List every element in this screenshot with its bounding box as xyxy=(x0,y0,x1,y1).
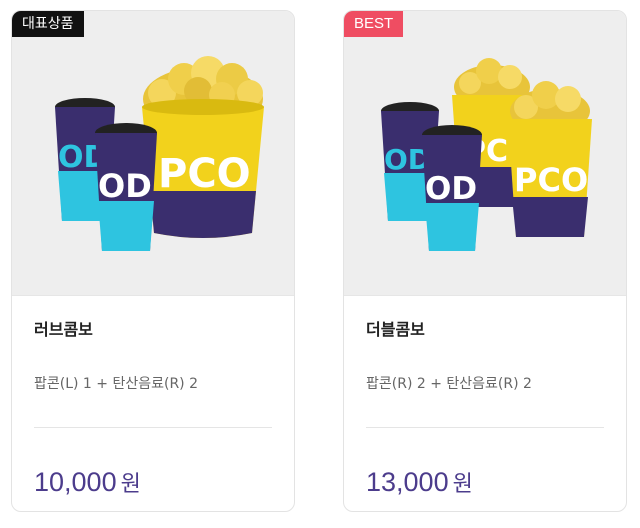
product-price: 10,000 원 xyxy=(34,466,141,498)
svg-text:PCO: PCO xyxy=(514,161,588,199)
svg-text:PCO: PCO xyxy=(158,151,251,197)
svg-text:OD: OD xyxy=(98,167,152,205)
combo-illustration: PCO OD OD xyxy=(55,56,264,251)
popcorn-bucket: PCO xyxy=(142,56,264,238)
product-image[interactable]: PC PCO OD OD xyxy=(344,11,626,296)
product-description: 팝콘(L) 1 + 탄산음료(R) 2 xyxy=(34,376,199,392)
product-image[interactable]: PCO OD OD xyxy=(12,11,294,296)
combo-illustration: PC PCO OD OD xyxy=(381,58,592,251)
badge-best: BEST xyxy=(344,11,404,37)
divider xyxy=(34,427,272,428)
price-value: 13,000 xyxy=(366,467,449,497)
svg-text:OD: OD xyxy=(425,171,477,207)
product-name: 더블콤보 xyxy=(366,320,425,339)
price-currency: 원 xyxy=(120,472,141,497)
product-card-love-combo[interactable]: 대표상품 PCO OD OD 러브콤보 팝콘(L) 1 + 탄산음료(R) 2 … xyxy=(11,10,295,512)
product-name: 러브콤보 xyxy=(34,320,93,339)
price-currency: 원 xyxy=(452,472,473,497)
divider xyxy=(366,427,604,428)
popcorn-bucket-front: PCO xyxy=(508,81,592,237)
product-description: 팝콘(R) 2 + 탄산음료(R) 2 xyxy=(366,376,532,392)
badge-signature: 대표상품 xyxy=(12,11,84,37)
price-value: 10,000 xyxy=(34,467,117,497)
product-card-double-combo[interactable]: BEST PC PCO OD OD 더블콤보 팝콘(R) 2 + 탄산음료(R)… xyxy=(343,10,627,512)
drink-cup-front: OD xyxy=(95,123,157,251)
drink-cup-front: OD xyxy=(422,125,482,251)
product-price: 13,000 원 xyxy=(366,466,473,498)
